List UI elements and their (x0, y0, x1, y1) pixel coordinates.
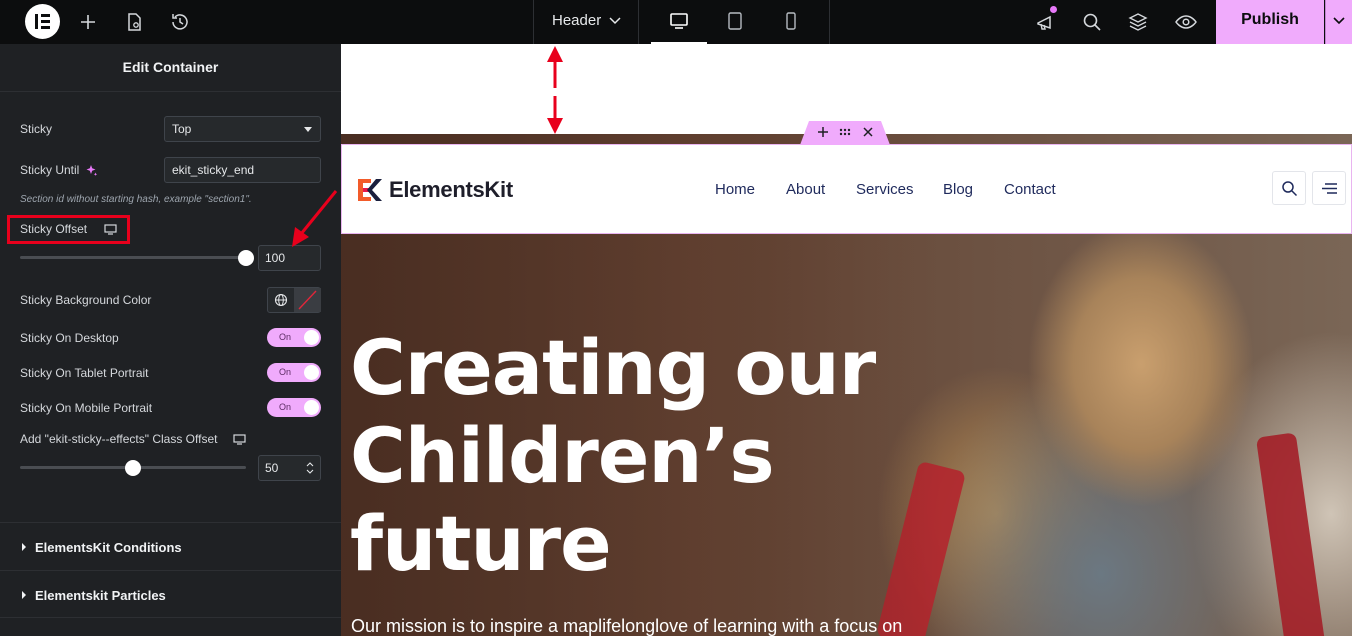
whats-new-icon[interactable] (1034, 10, 1058, 34)
elementskit-logo-icon (358, 179, 382, 201)
nav-link-services[interactable]: Services (856, 181, 914, 198)
hero-title-line: Children’s (350, 411, 775, 500)
toggle-knob (304, 400, 319, 415)
nav-link-blog[interactable]: Blog (943, 181, 973, 198)
header-menu-button[interactable] (1312, 171, 1346, 205)
sticky-label: Sticky (20, 122, 53, 136)
sticky-until-label: Sticky Until (20, 163, 80, 177)
sticky-select[interactable]: Top (164, 116, 321, 142)
caret-right-icon (22, 591, 26, 599)
caret-right-icon (22, 543, 26, 551)
sticky-desktop-label: Sticky On Desktop (20, 331, 119, 345)
class-offset-label: Add "ekit-sticky--effects" Class Offset (20, 432, 218, 446)
layers-icon[interactable] (1126, 10, 1150, 34)
divider (829, 0, 830, 44)
hero-image-detail (1255, 432, 1327, 636)
hero-title: Creating our Children’s future (350, 324, 950, 588)
sticky-mobile-label: Sticky On Mobile Portrait (20, 401, 153, 415)
section-label: ElementsKit Conditions (35, 540, 182, 555)
toggle-knob (304, 365, 319, 380)
container-handle[interactable] (800, 121, 890, 145)
add-icon[interactable] (817, 126, 829, 138)
section-elementskit-conditions[interactable]: ElementsKit Conditions (0, 522, 341, 570)
sticky-tablet-label: Sticky On Tablet Portrait (20, 366, 149, 380)
document-selector[interactable]: Header (533, 0, 639, 44)
chevron-down-icon (1333, 17, 1345, 25)
mobile-icon (786, 12, 796, 30)
class-offset-value: 50 (265, 461, 279, 475)
search-icon (1282, 181, 1298, 197)
responsive-desktop-icon[interactable] (233, 433, 246, 446)
page-settings-icon[interactable] (122, 10, 146, 34)
global-colors-icon[interactable] (274, 293, 288, 307)
hamburger-menu-icon (1322, 183, 1337, 194)
nav-link-about[interactable]: About (786, 181, 825, 198)
sticky-tablet-toggle[interactable]: On (267, 363, 321, 382)
nav-link-home[interactable]: Home (715, 181, 755, 198)
hero-subtitle: Our mission is to inspire a maplifelongl… (351, 616, 903, 636)
top-bar: Header Publish (0, 0, 1352, 44)
toggle-knob (304, 330, 319, 345)
sticky-mobile-toggle[interactable]: On (267, 398, 321, 417)
toggle-state: On (279, 332, 292, 342)
preview-canvas: Creating our Children’s future Our missi… (341, 44, 1352, 636)
publish-button[interactable]: Publish (1216, 0, 1324, 44)
editor-panel: Edit Container Sticky Top Sticky Until e… (0, 44, 341, 636)
sticky-offset-slider-track[interactable] (20, 256, 246, 259)
responsive-desktop-icon[interactable] (104, 223, 117, 236)
header-search-button[interactable] (1272, 171, 1306, 205)
toggle-state: On (279, 367, 292, 377)
sticky-offset-input[interactable]: 100 (258, 245, 321, 271)
toggle-state: On (279, 402, 292, 412)
sticky-desktop-toggle[interactable]: On (267, 328, 321, 347)
tablet-view-button[interactable] (707, 0, 763, 44)
sticky-bg-color-control[interactable] (267, 287, 321, 313)
brand-logo[interactable]: ElementsKit (358, 176, 558, 204)
site-header-container[interactable]: ElementsKit Home About Services Blog Con… (341, 144, 1352, 234)
color-swatch[interactable] (294, 288, 321, 312)
hero-title-line: Creating our (350, 323, 876, 412)
close-icon[interactable] (862, 126, 874, 138)
publish-options-button[interactable] (1325, 0, 1352, 44)
ai-sparkle-icon[interactable] (85, 164, 98, 177)
chevron-down-icon (609, 17, 621, 25)
history-icon[interactable] (168, 10, 192, 34)
section-label: Elementskit Particles (35, 588, 166, 603)
elementor-logo-icon[interactable] (25, 4, 60, 39)
caret-down-icon (304, 127, 312, 132)
desktop-icon (670, 13, 688, 29)
desktop-view-button[interactable] (651, 0, 707, 44)
document-label: Header (552, 12, 602, 29)
brand-name: ElementsKit (389, 177, 513, 202)
notification-dot (1050, 6, 1057, 13)
sticky-offset-label: Sticky Offset (20, 222, 88, 236)
add-element-icon[interactable] (76, 10, 100, 34)
section-elementskit-particles[interactable]: Elementskit Particles (0, 570, 341, 618)
tablet-icon (728, 12, 742, 30)
search-icon[interactable] (1080, 10, 1104, 34)
stepper-arrows-icon[interactable] (306, 461, 314, 475)
drag-handle-icon[interactable] (839, 126, 851, 138)
sticky-until-hint: Section id without starting hash, exampl… (20, 194, 252, 205)
mobile-view-button[interactable] (763, 0, 819, 44)
sticky-until-input[interactable]: ekit_sticky_end (164, 157, 321, 183)
sticky-offset-slider-thumb[interactable] (238, 250, 254, 266)
hero-title-line: future (350, 499, 612, 588)
nav-link-contact[interactable]: Contact (1004, 181, 1056, 198)
sticky-bg-label: Sticky Background Color (20, 293, 152, 307)
preview-eye-icon[interactable] (1174, 10, 1198, 34)
class-offset-slider-thumb[interactable] (125, 460, 141, 476)
panel-title: Edit Container (0, 44, 341, 92)
class-offset-input[interactable]: 50 (258, 455, 321, 481)
sticky-select-value: Top (172, 122, 192, 136)
sticky-offset-value: 100 (265, 251, 286, 265)
